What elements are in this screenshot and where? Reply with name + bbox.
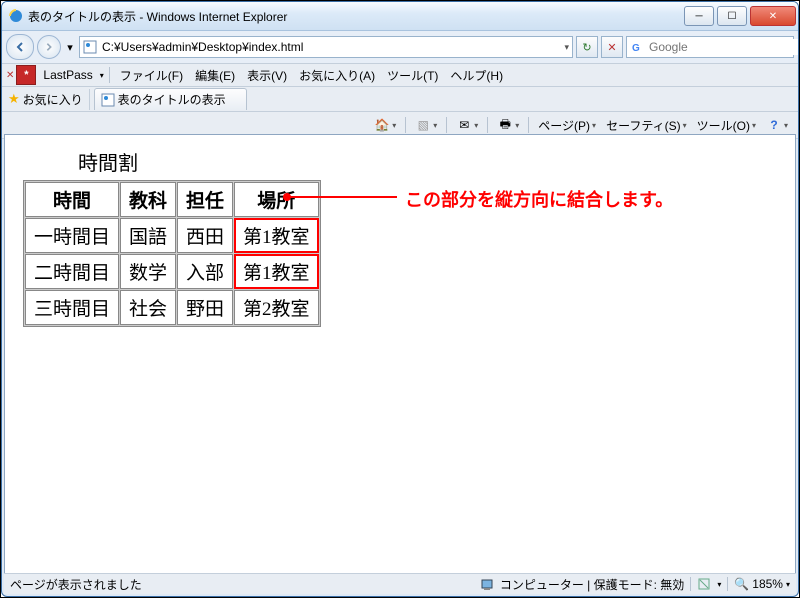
table-row: 三時間目 社会 野田 第2教室 <box>25 290 319 325</box>
svg-text:G: G <box>632 43 640 54</box>
table-caption: 時間割 <box>23 147 193 176</box>
help-icon: ? <box>766 117 782 133</box>
google-icon: G <box>630 40 644 54</box>
nav-dropdown[interactable]: ▾ <box>64 37 76 57</box>
tools-menu-label: ツール(O) <box>697 117 750 134</box>
print-icon: 🖶 <box>497 117 513 133</box>
close-button[interactable]: ✕ <box>750 6 796 26</box>
cell-period: 三時間目 <box>25 290 119 325</box>
cell-room-highlighted: 第1教室 <box>234 254 319 289</box>
menu-tools[interactable]: ツール(T) <box>382 65 443 86</box>
annotation-line <box>287 196 397 198</box>
header-room: 場所 <box>234 182 319 217</box>
zoom-control[interactable]: 🔍 185% ▾ <box>734 577 790 591</box>
home-button[interactable]: 🏠▾ <box>370 115 400 135</box>
search-input[interactable] <box>647 39 799 55</box>
lastpass-icon[interactable]: * <box>16 65 36 85</box>
minimize-button[interactable]: ─ <box>684 6 714 26</box>
address-field-wrapper: ▾ <box>79 36 573 58</box>
stop-button[interactable]: ✕ <box>601 36 623 58</box>
maximize-button[interactable]: ☐ <box>717 6 747 26</box>
print-button[interactable]: 🖶▾ <box>493 115 523 135</box>
favorites-label: お気に入り <box>23 91 83 108</box>
header-teacher: 担任 <box>177 182 233 217</box>
zoom-icon: 🔍 <box>734 577 749 591</box>
back-button[interactable] <box>6 34 34 60</box>
refresh-button[interactable]: ↻ <box>576 36 598 58</box>
search-box: G 🔍 <box>626 36 794 58</box>
cell-subject: 社会 <box>120 290 176 325</box>
forward-button[interactable] <box>37 35 61 59</box>
browser-tab[interactable]: 表のタイトルの表示 <box>94 88 247 110</box>
lastpass-menu[interactable]: LastPass <box>38 66 97 84</box>
window-title: 表のタイトルの表示 - Windows Internet Explorer <box>28 8 684 25</box>
tab-title: 表のタイトルの表示 <box>118 91 226 108</box>
tools-menu[interactable]: ツール(O) ▾ <box>693 115 760 136</box>
tab-page-icon <box>101 93 115 107</box>
status-zone: コンピューター | 保護モード: 無効 <box>500 576 684 593</box>
menu-edit[interactable]: 編集(E) <box>190 65 240 86</box>
content-area: 時間割 時間 教科 担任 場所 一時間目 国語 西田 第1教室 <box>4 134 796 574</box>
cell-period: 一時間目 <box>25 218 119 253</box>
header-subject: 教科 <box>120 182 176 217</box>
ie-icon <box>8 8 24 24</box>
table-header-row: 時間 教科 担任 場所 <box>25 182 319 217</box>
status-text: ページが表示されました <box>10 576 142 593</box>
rss-icon: ▧ <box>415 117 431 133</box>
menu-favorites[interactable]: お気に入り(A) <box>294 65 380 86</box>
help-button[interactable]: ?▾ <box>762 115 792 135</box>
zone-icon <box>480 577 494 591</box>
cell-subject: 国語 <box>120 218 176 253</box>
safety-menu-label: セーフティ(S) <box>606 117 681 134</box>
feeds-button[interactable]: ▧▾ <box>411 115 441 135</box>
cell-teacher: 野田 <box>177 290 233 325</box>
status-bar: ページが表示されました コンピューター | 保護モード: 無効 ▾ 🔍 185%… <box>4 573 796 594</box>
mode-icon[interactable] <box>697 577 711 591</box>
favorites-button[interactable]: ★ お気に入り <box>2 89 90 110</box>
cell-subject: 数学 <box>120 254 176 289</box>
timetable: 時間 教科 担任 場所 一時間目 国語 西田 第1教室 二時間目 数学 <box>23 180 321 327</box>
cell-teacher: 入部 <box>177 254 233 289</box>
cell-period: 二時間目 <box>25 254 119 289</box>
star-icon: ★ <box>8 91 20 107</box>
zoom-dropdown-icon: ▾ <box>786 580 790 589</box>
header-time: 時間 <box>25 182 119 217</box>
home-icon: 🏠 <box>374 117 390 133</box>
page-menu-label: ページ(P) <box>538 117 590 134</box>
menu-bar: ✕ * LastPass▾ ファイル(F) 編集(E) 表示(V) お気に入り(… <box>2 64 798 87</box>
zoom-value: 185% <box>752 577 783 591</box>
cell-room-highlighted: 第1教室 <box>234 218 319 253</box>
close-toolbar-icon[interactable]: ✕ <box>6 70 14 81</box>
mail-button[interactable]: ✉▾ <box>452 115 482 135</box>
address-bar: ▾ ▾ ↻ ✕ G 🔍 <box>2 31 798 64</box>
cell-teacher: 西田 <box>177 218 233 253</box>
menu-view[interactable]: 表示(V) <box>242 65 292 86</box>
menu-help[interactable]: ヘルプ(H) <box>445 65 508 86</box>
safety-menu[interactable]: セーフティ(S) ▾ <box>602 115 691 136</box>
page-menu[interactable]: ページ(P) ▾ <box>534 115 600 136</box>
table-row: 二時間目 数学 入部 第1教室 <box>25 254 319 289</box>
address-input[interactable] <box>100 39 564 55</box>
cell-room: 第2教室 <box>234 290 319 325</box>
separator-1 <box>109 67 110 83</box>
window-titlebar: 表のタイトルの表示 - Windows Internet Explorer ─ … <box>2 2 798 31</box>
mode-dropdown[interactable]: ▾ <box>717 580 721 589</box>
mail-icon: ✉ <box>456 117 472 133</box>
table-row: 一時間目 国語 西田 第1教室 <box>25 218 319 253</box>
page-icon <box>83 40 97 54</box>
address-dropdown-icon[interactable]: ▾ <box>564 42 569 53</box>
favorites-tab-bar: ★ お気に入り 表のタイトルの表示 <box>2 87 798 112</box>
annotation-text: この部分を縦方向に結合します。 <box>405 186 673 212</box>
menu-file[interactable]: ファイル(F) <box>115 65 188 86</box>
